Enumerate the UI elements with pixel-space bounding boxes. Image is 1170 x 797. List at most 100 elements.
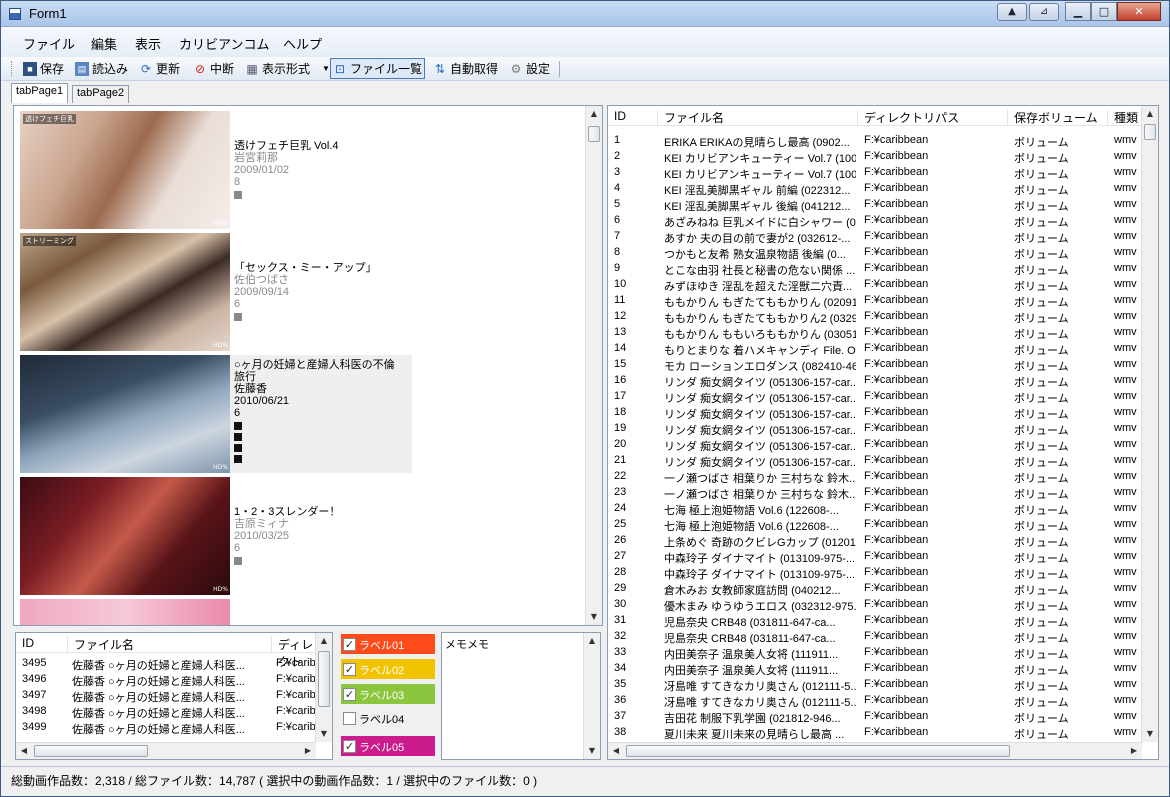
table-row[interactable]: 6 あざみねね 巨乳メイドに白シャワー (0... F:¥caribbean ボリュー…: [608, 212, 1142, 229]
table-row[interactable]: 29 倉木みお 女教師家庭訪問 (040212... F:¥caribbean ボリュ…: [608, 580, 1142, 597]
settings-button[interactable]: ⚙ 設定: [507, 58, 552, 79]
menu-view[interactable]: 表示: [135, 34, 161, 53]
file-list-vscrollbar[interactable]: ▲ ▼: [1141, 106, 1158, 742]
checkbox[interactable]: [343, 712, 356, 725]
table-row[interactable]: 28 中森玲子 ダイナマイト (013109-975-... F:¥caribbea…: [608, 564, 1142, 581]
scroll-thumb[interactable]: [34, 745, 148, 757]
memo-text[interactable]: メモメモ: [445, 636, 489, 652]
table-row[interactable]: 16 リンダ 痴女網タイツ (051306-157-car... F:¥caribb…: [608, 372, 1142, 389]
save-button[interactable]: ■ 保存: [21, 58, 66, 79]
table-row[interactable]: 9 とこな由羽 社長と秘書の危ない関係 ... F:¥caribbean ボリューム w…: [608, 260, 1142, 277]
close-button[interactable]: ✕: [1117, 2, 1161, 21]
table-row[interactable]: 36 冴島唯 すてきなカリ奥さん (012111-5... F:¥caribbean…: [608, 692, 1142, 709]
table-row[interactable]: 11 ももかりん もぎたてももかりん (020912... F:¥caribbean…: [608, 292, 1142, 309]
col-type[interactable]: 種類: [1108, 109, 1142, 125]
toolbar-grip[interactable]: [11, 61, 14, 77]
menu-help[interactable]: ヘルプ: [283, 34, 322, 53]
scroll-thumb[interactable]: [588, 126, 600, 142]
refresh-button[interactable]: ⟳ 更新: [137, 58, 182, 79]
thumbnail-scrollbar[interactable]: ▲ ▼: [585, 106, 602, 625]
view-format-button[interactable]: ▦ 表示形式: [243, 58, 312, 79]
load-button[interactable]: ▤ 読込み: [73, 58, 130, 79]
table-row[interactable]: 21 リンダ 痴女網タイツ (051306-157-car... F:¥caribb…: [608, 452, 1142, 469]
table-row[interactable]: 4 KEI 淫乱美脚黒ギャル 前編 (022312... F:¥caribbean ボ…: [608, 180, 1142, 197]
table-row[interactable]: 5 KEI 淫乱美脚黒ギャル 後編 (041212... F:¥caribbean ボ…: [608, 196, 1142, 213]
table-row[interactable]: 3498 佐藤香 ○ヶ月の妊婦と産婦人科医... F:¥caribl: [16, 703, 316, 720]
video-card-selected[interactable]: HD% ○ヶ月の妊婦と産婦人科医の不倫 旅行 佐藤香 2010/06/21 6: [20, 355, 412, 473]
video-card-partial[interactable]: [20, 599, 412, 625]
label-checkbox-5[interactable]: ✓ ラベル05: [341, 736, 435, 756]
list-vscrollbar[interactable]: ▲ ▼: [315, 633, 332, 742]
table-row[interactable]: 12 ももかりん もぎたてももかりん2 (03291... F:¥caribbean…: [608, 308, 1142, 325]
maximize-button[interactable]: □: [1091, 2, 1117, 21]
video-card[interactable]: HD% 1・2・3スレンダー！ 吉原ミィナ 2010/03/25 6: [20, 477, 412, 595]
menu-caribbeancom[interactable]: カリビアンコム: [179, 34, 269, 53]
col-id[interactable]: ID: [16, 636, 68, 652]
list-hscrollbar[interactable]: ◀ ▶: [16, 742, 316, 759]
checkbox[interactable]: ✓: [343, 740, 356, 753]
checkbox[interactable]: ✓: [343, 663, 356, 676]
scroll-up-arrow[interactable]: ▲: [316, 633, 332, 649]
scroll-left-arrow[interactable]: ◀: [608, 743, 624, 759]
menu-file[interactable]: ファイル: [23, 34, 75, 53]
table-row[interactable]: 3496 佐藤香 ○ヶ月の妊婦と産婦人科医... F:¥caribl: [16, 671, 316, 688]
scroll-up-arrow[interactable]: ▲: [584, 633, 600, 649]
scroll-thumb[interactable]: [1144, 124, 1156, 140]
scroll-up-arrow[interactable]: ▲: [586, 106, 602, 122]
pin-icon[interactable]: ⊿: [1029, 3, 1059, 21]
table-row[interactable]: 15 モカ ローションエロダンス (082410-462... F:¥caribbe…: [608, 356, 1142, 373]
scroll-down-arrow[interactable]: ▼: [586, 609, 602, 625]
minimize-button[interactable]: ▁: [1065, 2, 1091, 21]
table-row[interactable]: 3497 佐藤香 ○ヶ月の妊婦と産婦人科医... F:¥caribl: [16, 687, 316, 704]
table-row[interactable]: 17 リンダ 痴女網タイツ (051306-157-car... F:¥caribb…: [608, 388, 1142, 405]
table-row[interactable]: 19 リンダ 痴女網タイツ (051306-157-car... F:¥caribb…: [608, 420, 1142, 437]
table-row[interactable]: 38 夏川未来 夏川未来の見晴らし最高 ... F:¥caribbean ボリューム w…: [608, 724, 1142, 741]
table-row[interactable]: 22 一ノ瀬つばさ 相葉りか 三村ちな 鈴木... F:¥caribbean ボリュー…: [608, 468, 1142, 485]
video-card[interactable]: 透けフェチ巨乳 HD% 透けフェチ巨乳 Vol.4 岩宮莉那 2009/01/0…: [20, 111, 412, 229]
file-list-hscrollbar[interactable]: ◀ ▶: [608, 742, 1142, 759]
scroll-left-arrow[interactable]: ◀: [16, 743, 32, 759]
table-row[interactable]: 10 みずほゆき 淫乱を超えた淫獣二穴責... F:¥caribbean ボリューム w…: [608, 276, 1142, 293]
scroll-down-arrow[interactable]: ▼: [584, 743, 600, 759]
col-volume[interactable]: 保存ボリューム: [1008, 109, 1108, 125]
eject-icon[interactable]: ▲: [997, 3, 1027, 21]
table-row[interactable]: 34 内田美奈子 温泉美人女将 (111911... F:¥caribbean ボリュ…: [608, 660, 1142, 677]
table-row[interactable]: 37 吉田花 制服下乳学園 (021812-946... F:¥caribbean ボ…: [608, 708, 1142, 725]
memo-scrollbar[interactable]: ▲ ▼: [583, 633, 600, 759]
table-row[interactable]: 20 リンダ 痴女網タイツ (051306-157-car... F:¥caribb…: [608, 436, 1142, 453]
file-list-button[interactable]: ⊡ ファイル一覧: [330, 58, 426, 79]
col-filename[interactable]: ファイル名: [658, 109, 858, 125]
tab-page1[interactable]: tabPage1: [11, 83, 69, 103]
label-checkbox-3[interactable]: ✓ ラベル03: [341, 684, 435, 704]
video-card[interactable]: ストリーミング HD% 「セックス・ミー・アップ」 佐伯つばさ 2009/09/…: [20, 233, 412, 351]
table-row[interactable]: 7 あすか 夫の目の前で妻が2 (032612-... F:¥caribbean ボリ…: [608, 228, 1142, 245]
table-row[interactable]: 24 七海 極上泡姫物語 Vol.6 (122608-... F:¥caribbea…: [608, 500, 1142, 517]
table-row[interactable]: 23 一ノ瀬つばさ 相葉りか 三村ちな 鈴木... F:¥caribbean ボリュー…: [608, 484, 1142, 501]
checkbox[interactable]: ✓: [343, 638, 356, 651]
table-row[interactable]: 3499 佐藤香 ○ヶ月の妊婦と産婦人科医... F:¥caribl: [16, 719, 316, 736]
table-row[interactable]: 31 児島奈央 CRB48 (031811-647-ca... F:¥caribbe…: [608, 612, 1142, 629]
table-row[interactable]: 33 内田美奈子 温泉美人女将 (111911... F:¥caribbean ボリュ…: [608, 644, 1142, 661]
menu-edit[interactable]: 編集: [91, 34, 117, 53]
table-row[interactable]: 30 優木まみ ゆうゆうエロス (032312-975... F:¥caribbea…: [608, 596, 1142, 613]
file-list[interactable]: ID ファイル名 ディレクトリパス 保存ボリューム 種類 1 ERIKA ERIK…: [607, 105, 1159, 760]
table-row[interactable]: 35 冴島唯 すてきなカリ奥さん (012111-5... F:¥caribbean…: [608, 676, 1142, 693]
label-checkbox-1[interactable]: ✓ ラベル01: [341, 634, 435, 654]
table-row[interactable]: 13 ももかりん ももいろももかりん (030511... F:¥caribbean…: [608, 324, 1142, 341]
checkbox[interactable]: ✓: [343, 688, 356, 701]
table-row[interactable]: 27 中森玲子 ダイナマイト (013109-975-... F:¥caribbea…: [608, 548, 1142, 565]
scroll-thumb[interactable]: [318, 651, 330, 707]
table-row[interactable]: 2 KEI カリビアンキューティー Vol.7 (1009... F:¥caribb…: [608, 148, 1142, 165]
table-row[interactable]: 3 KEI カリビアンキューティー Vol.7 (1009... F:¥caribb…: [608, 164, 1142, 181]
selected-files-list[interactable]: ID ファイル名 ディレクト 3495 佐藤香 ○ヶ月の妊婦と産婦人科医... F:…: [15, 632, 333, 760]
table-row[interactable]: 1 ERIKA ERIKAの見晴らし最高 (0902... F:¥caribbean…: [608, 132, 1142, 149]
col-filename[interactable]: ファイル名: [68, 636, 272, 652]
scroll-down-arrow[interactable]: ▼: [316, 726, 332, 742]
label-checkbox-2[interactable]: ✓ ラベル02: [341, 659, 435, 679]
scroll-up-arrow[interactable]: ▲: [1142, 106, 1158, 122]
scroll-thumb[interactable]: [626, 745, 1010, 757]
auto-fetch-button[interactable]: ⇅ 自動取得: [431, 58, 500, 79]
label-checkbox-4[interactable]: ラベル04: [341, 708, 435, 728]
table-row[interactable]: 32 児島奈央 CRB48 (031811-647-ca... F:¥caribbe…: [608, 628, 1142, 645]
tab-page2[interactable]: tabPage2: [72, 85, 130, 103]
